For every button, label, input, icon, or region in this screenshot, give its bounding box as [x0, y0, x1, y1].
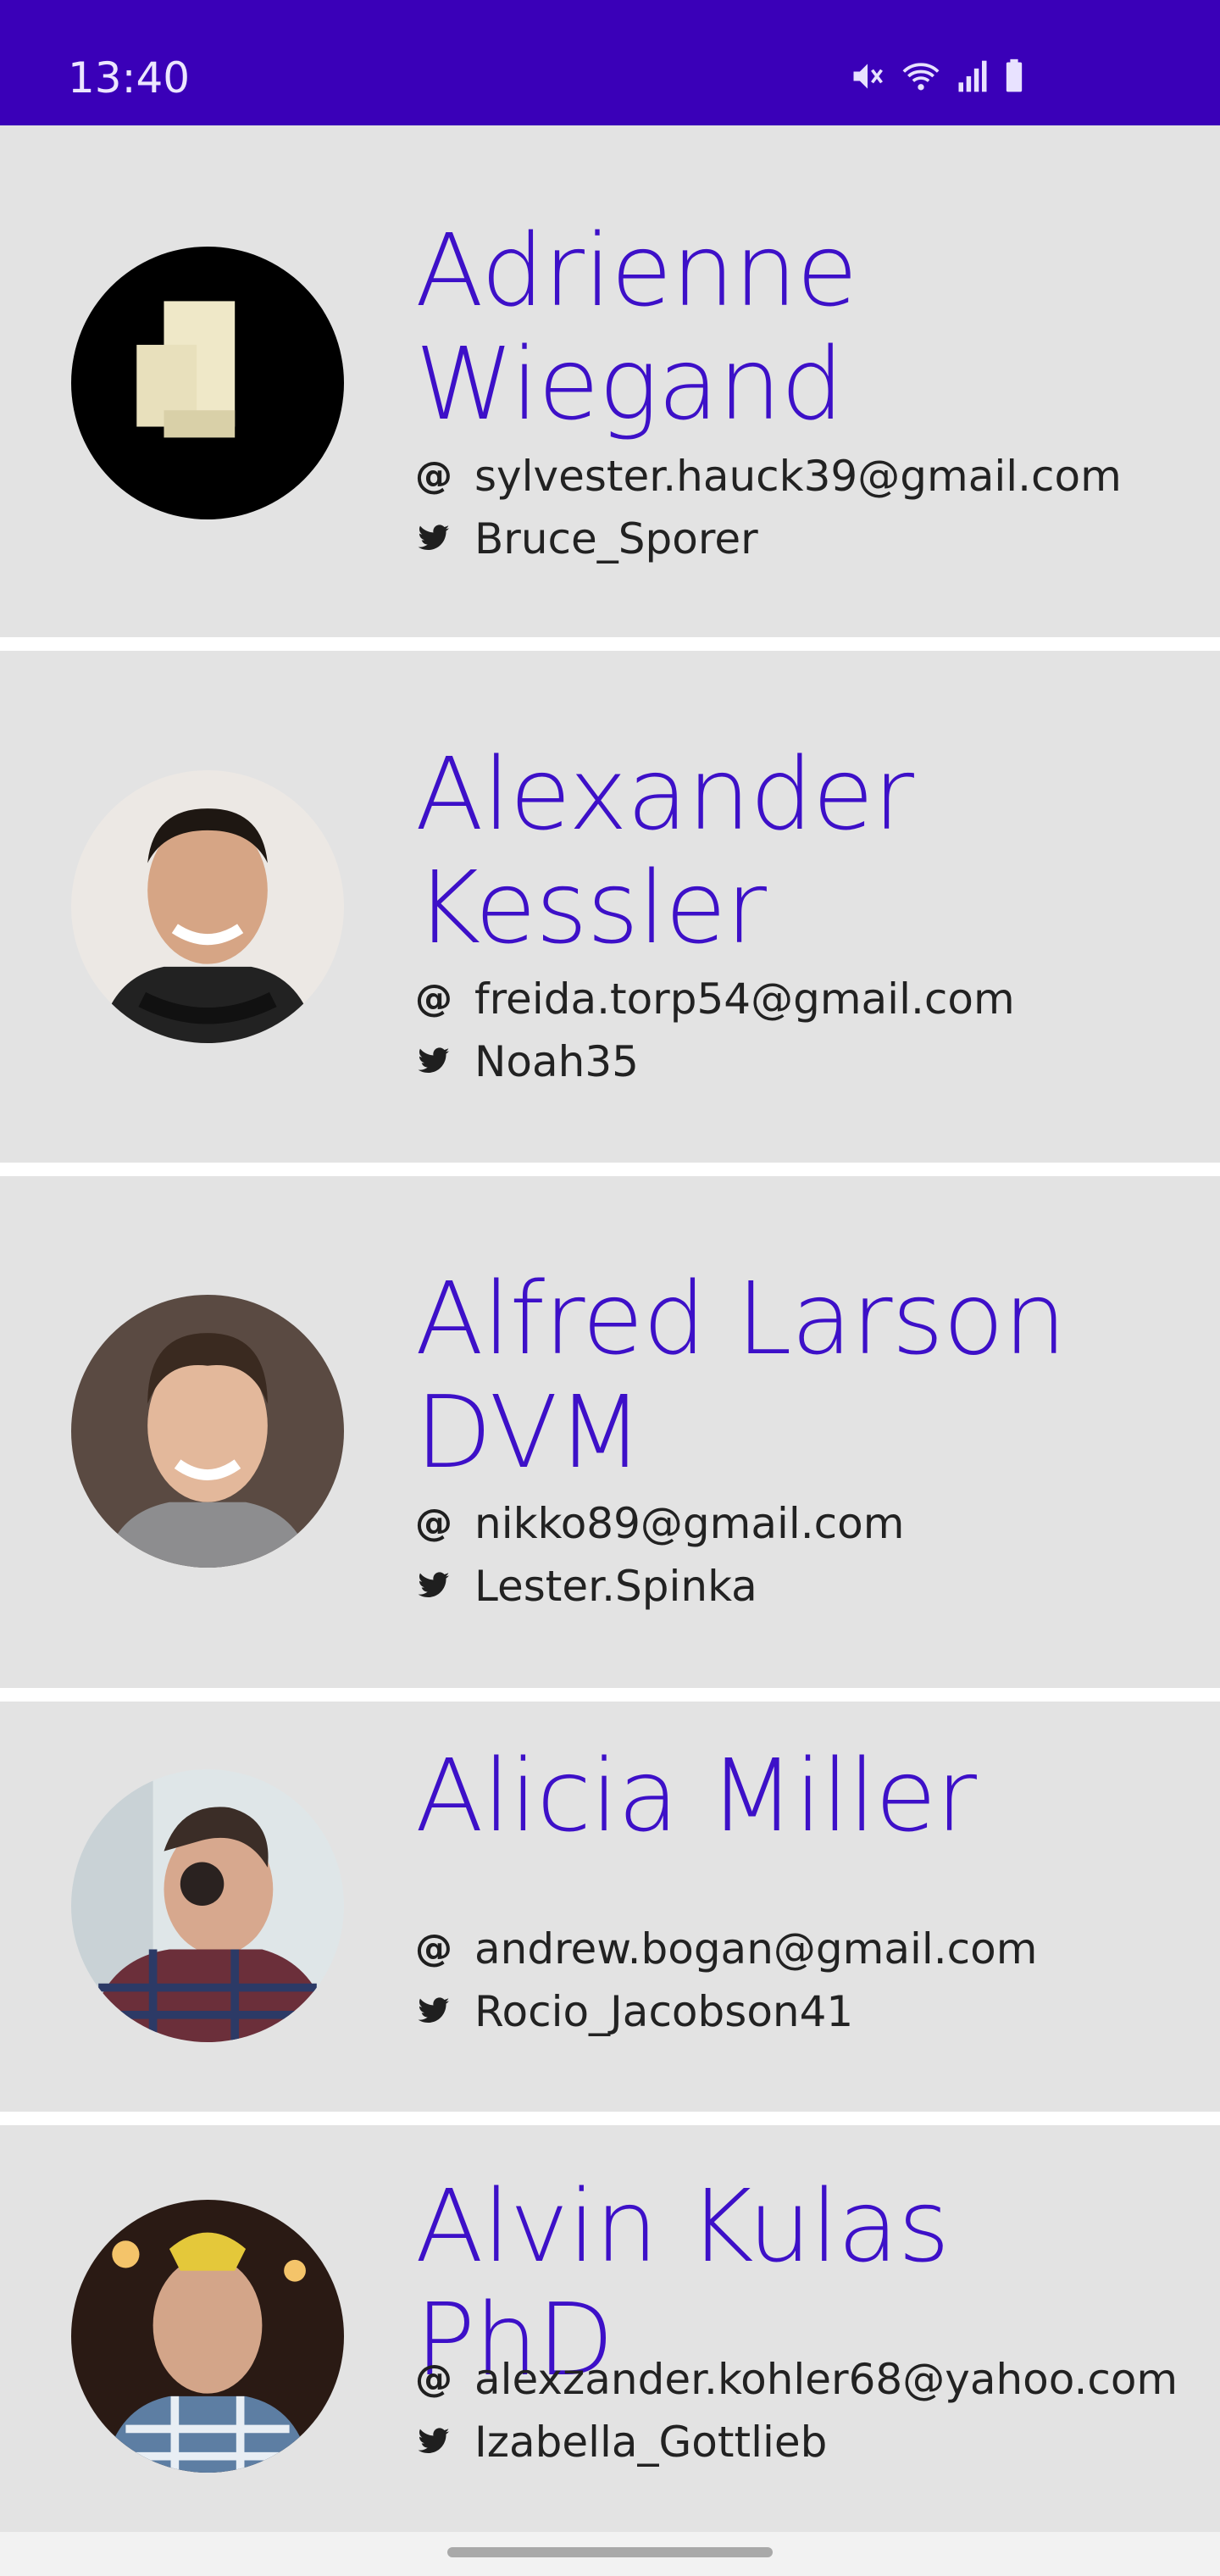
avatar — [71, 1295, 344, 1568]
contact-card[interactable]: Alvin Kulas PhD @ alexzander.kohler68@ya… — [0, 2125, 1220, 2532]
contact-name: Alexander Kessler — [415, 736, 914, 966]
contact-name: Alfred Larson DVM — [415, 1260, 1067, 1491]
at-icon: @ — [415, 977, 452, 1020]
signal-icon — [956, 58, 990, 95]
contact-twitter: Lester.Spinka — [474, 1562, 757, 1611]
mute-icon — [849, 58, 886, 95]
contact-card[interactable]: Alexander Kessler @ freida.torp54@gmail.… — [0, 651, 1220, 1163]
email-row: @ alexzander.kohler68@yahoo.com — [415, 2354, 1178, 2405]
contact-card[interactable]: Alicia Miller @ andrew.bogan@gmail.com R… — [0, 1702, 1220, 2112]
contact-email: sylvester.hauck39@gmail.com — [474, 452, 1122, 501]
contact-twitter: Noah35 — [474, 1037, 639, 1086]
twitter-row: Lester.Spinka — [415, 1561, 757, 1612]
at-icon: @ — [415, 1502, 452, 1545]
contact-name: Alicia Miller — [415, 1737, 977, 1854]
at-icon: @ — [415, 1927, 452, 1970]
twitter-icon — [415, 1568, 452, 1605]
twitter-icon — [415, 520, 452, 558]
avatar — [71, 770, 344, 1043]
contact-email: alexzander.kohler68@yahoo.com — [474, 2355, 1178, 2404]
contact-twitter: Rocio_Jacobson41 — [474, 1987, 854, 2036]
contact-twitter: Bruce_Sporer — [474, 514, 758, 564]
status-icons — [849, 56, 1025, 97]
contact-name: Adrienne Wiegand — [415, 212, 858, 442]
contact-twitter: Izabella_Gottlieb — [474, 2418, 828, 2467]
status-bar: 13:40 — [0, 0, 1220, 125]
email-row: @ sylvester.hauck39@gmail.com — [415, 451, 1122, 502]
twitter-row: Izabella_Gottlieb — [415, 2417, 827, 2468]
home-gesture-handle[interactable] — [447, 2547, 773, 2557]
avatar — [71, 1769, 344, 2042]
twitter-row: Noah35 — [415, 1036, 639, 1087]
status-time: 13:40 — [68, 53, 191, 103]
email-row: @ nikko89@gmail.com — [415, 1498, 904, 1549]
at-icon: @ — [415, 454, 452, 497]
avatar — [71, 2200, 344, 2473]
battery-icon — [1003, 58, 1025, 95]
contact-card[interactable]: Adrienne Wiegand @ sylvester.hauck39@gma… — [0, 125, 1220, 637]
twitter-icon — [415, 2423, 452, 2461]
contact-email: nikko89@gmail.com — [474, 1499, 905, 1548]
contact-card[interactable]: Alfred Larson DVM @ nikko89@gmail.com Le… — [0, 1176, 1220, 1688]
avatar — [71, 247, 344, 519]
twitter-row: Bruce_Sporer — [415, 514, 758, 564]
twitter-icon — [415, 1043, 452, 1080]
contact-email: freida.torp54@gmail.com — [474, 974, 1015, 1024]
email-row: @ freida.torp54@gmail.com — [415, 974, 1015, 1024]
twitter-icon — [415, 1993, 452, 2030]
wifi-icon — [900, 58, 942, 95]
email-row: @ andrew.bogan@gmail.com — [415, 1924, 1037, 1974]
contact-email: andrew.bogan@gmail.com — [474, 1924, 1038, 1974]
at-icon: @ — [415, 2357, 452, 2401]
twitter-row: Rocio_Jacobson41 — [415, 1986, 853, 2037]
